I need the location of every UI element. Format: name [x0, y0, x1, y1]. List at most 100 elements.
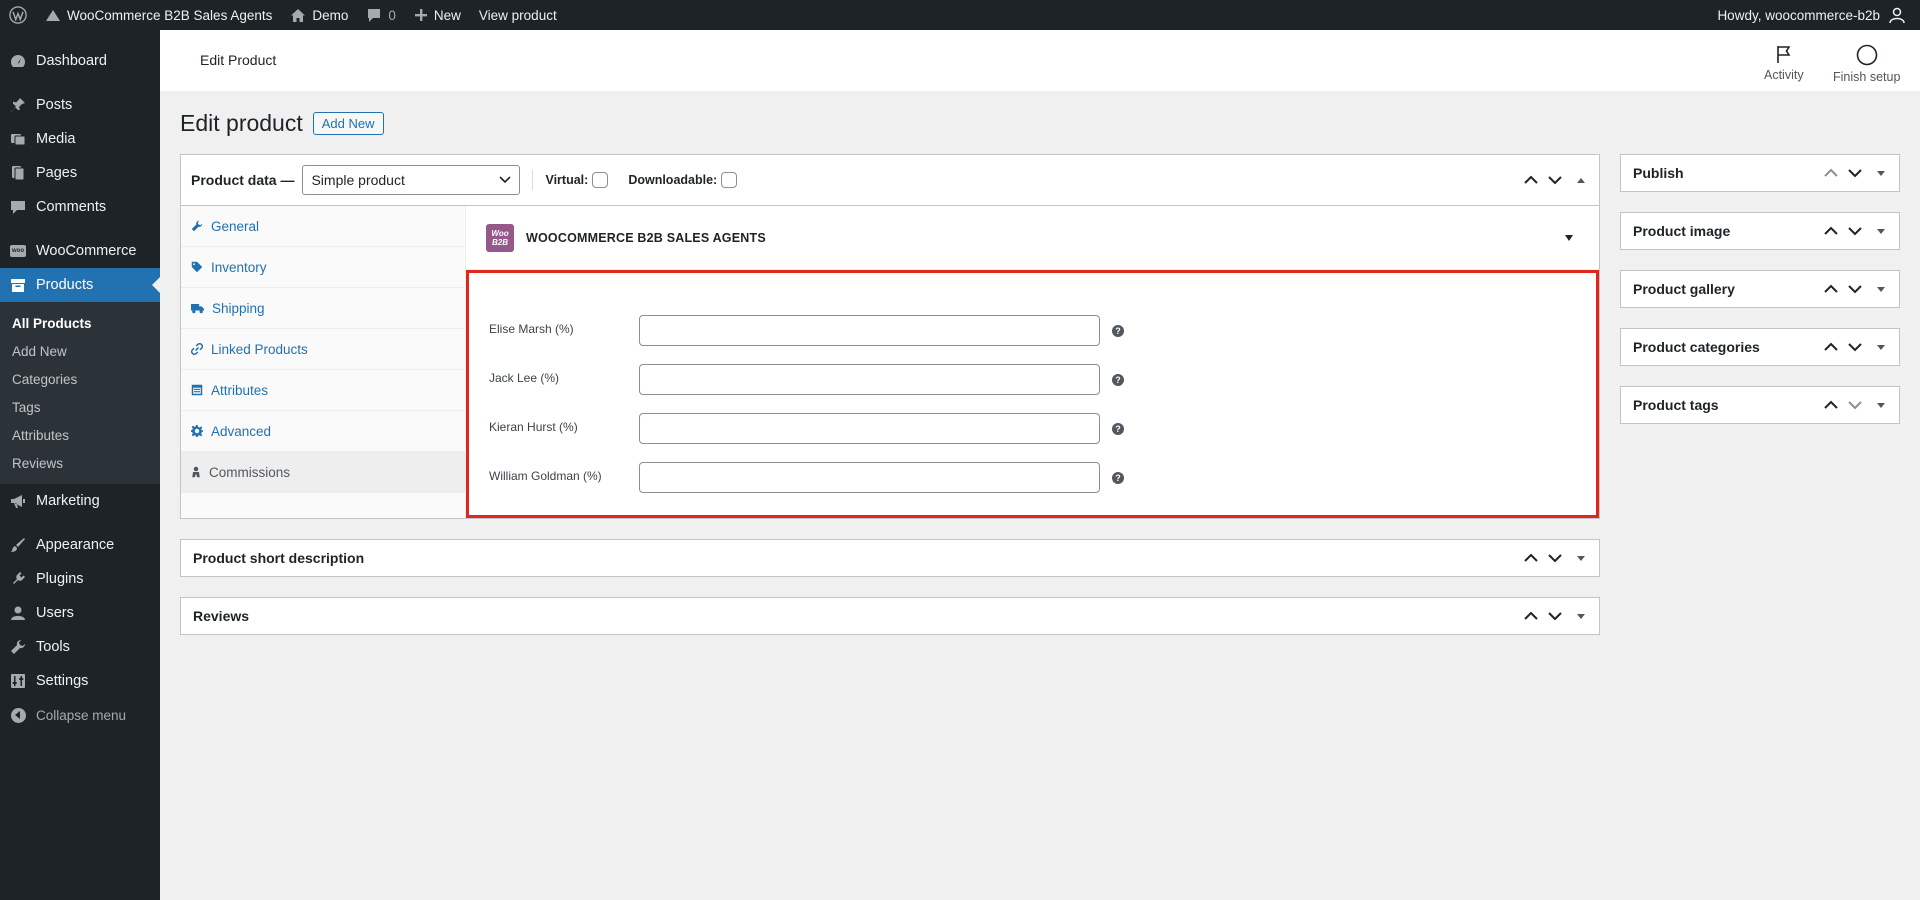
- menu-settings[interactable]: Settings: [0, 664, 160, 698]
- tab-label: Inventory: [211, 259, 267, 275]
- wordpress-logo-icon[interactable]: [0, 0, 36, 30]
- toggle-icon[interactable]: [1577, 555, 1585, 561]
- product-type-select[interactable]: Simple product: [302, 165, 521, 195]
- tab-commissions[interactable]: Commissions: [181, 452, 465, 493]
- move-up-icon[interactable]: [1823, 168, 1839, 178]
- menu-posts[interactable]: Posts: [0, 88, 160, 122]
- activity-button[interactable]: Activity: [1764, 44, 1804, 82]
- help-tip-icon[interactable]: ?: [1112, 422, 1124, 435]
- menu-label: Dashboard: [36, 53, 107, 69]
- submenu-add-new[interactable]: Add New: [0, 338, 160, 366]
- section-toggle-icon[interactable]: [1565, 234, 1573, 241]
- site-name-link[interactable]: WooCommerce B2B Sales Agents: [36, 0, 281, 30]
- menu-woocommerce[interactable]: woo WooCommerce: [0, 234, 160, 268]
- menu-dashboard[interactable]: Dashboard: [0, 44, 160, 78]
- menu-products[interactable]: Products: [0, 268, 160, 302]
- move-down-icon[interactable]: [1547, 611, 1563, 621]
- tab-general[interactable]: General: [181, 206, 465, 247]
- help-tip-icon[interactable]: ?: [1112, 324, 1124, 337]
- product-data-label: Product data —: [191, 172, 295, 188]
- user-icon: [10, 605, 26, 621]
- move-up-icon[interactable]: [1823, 400, 1839, 410]
- handle-actions: [1523, 553, 1599, 563]
- move-up-icon[interactable]: [1523, 611, 1539, 621]
- tab-attributes[interactable]: Attributes: [181, 370, 465, 411]
- toggle-icon[interactable]: [1877, 286, 1885, 292]
- commission-label: Jack Lee (%): [489, 370, 560, 385]
- short-description-header[interactable]: Product short description: [181, 540, 1599, 576]
- move-down-icon[interactable]: [1547, 553, 1563, 563]
- product-categories-header[interactable]: Product categories: [1621, 329, 1899, 365]
- move-up-icon[interactable]: [1823, 226, 1839, 236]
- collapse-toggle-icon[interactable]: [1577, 177, 1585, 183]
- menu-label: Plugins: [36, 571, 84, 587]
- new-content-link[interactable]: New: [405, 0, 470, 30]
- move-down-icon[interactable]: [1547, 175, 1563, 185]
- tab-inventory[interactable]: Inventory: [181, 247, 465, 288]
- move-down-icon[interactable]: [1847, 342, 1863, 352]
- help-tip-icon[interactable]: ?: [1112, 471, 1124, 484]
- product-tags-header[interactable]: Product tags: [1621, 387, 1899, 423]
- move-up-icon[interactable]: [1823, 284, 1839, 294]
- tab-shipping[interactable]: Shipping: [181, 288, 465, 329]
- commissions-panel: Woo B2B WOOCOMMERCE B2B SALES AGENTS Eli…: [466, 206, 1599, 518]
- tab-label: Linked Products: [211, 341, 308, 357]
- menu-tools[interactable]: Tools: [0, 630, 160, 664]
- commission-input-jack-lee[interactable]: [639, 364, 1100, 395]
- move-down-icon[interactable]: [1847, 284, 1863, 294]
- menu-plugins[interactable]: Plugins: [0, 562, 160, 596]
- downloadable-checkbox[interactable]: [721, 172, 738, 188]
- truck-icon: [191, 302, 204, 314]
- submenu-reviews[interactable]: Reviews: [0, 450, 160, 478]
- toggle-icon[interactable]: [1577, 613, 1585, 619]
- plugin-section-header[interactable]: Woo B2B WOOCOMMERCE B2B SALES AGENTS: [466, 206, 1599, 270]
- submenu-attributes[interactable]: Attributes: [0, 422, 160, 450]
- toggle-icon[interactable]: [1877, 402, 1885, 408]
- comments-count: 0: [388, 7, 396, 23]
- view-product-link[interactable]: View product: [470, 0, 566, 30]
- toggle-icon[interactable]: [1877, 228, 1885, 234]
- move-up-icon[interactable]: [1523, 175, 1539, 185]
- move-down-icon[interactable]: [1847, 226, 1863, 236]
- move-down-icon[interactable]: [1847, 400, 1863, 410]
- virtual-checkbox[interactable]: [592, 172, 609, 188]
- collapse-menu-button[interactable]: Collapse menu: [0, 698, 160, 732]
- finish-setup-button[interactable]: Finish setup: [1833, 44, 1900, 84]
- demo-link[interactable]: Demo: [281, 0, 357, 30]
- product-gallery-header[interactable]: Product gallery: [1621, 271, 1899, 307]
- downloadable-label: Downloadable:: [628, 173, 718, 187]
- help-tip-icon[interactable]: ?: [1112, 373, 1124, 386]
- menu-appearance[interactable]: Appearance: [0, 528, 160, 562]
- tab-advanced[interactable]: Advanced: [181, 411, 465, 452]
- submenu-all-products[interactable]: All Products: [0, 310, 160, 338]
- commission-input-kieran-hurst[interactable]: [639, 413, 1100, 444]
- commission-input-elise-marsh[interactable]: [639, 315, 1100, 346]
- menu-media[interactable]: Media: [0, 122, 160, 156]
- move-down-icon[interactable]: [1847, 168, 1863, 178]
- handle-actions: [1823, 342, 1899, 352]
- move-up-icon[interactable]: [1523, 553, 1539, 563]
- product-image-header[interactable]: Product image: [1621, 213, 1899, 249]
- submenu-categories[interactable]: Categories: [0, 366, 160, 394]
- menu-comments[interactable]: Comments: [0, 190, 160, 224]
- menu-label: Products: [36, 277, 94, 293]
- submenu-tags[interactable]: Tags: [0, 394, 160, 422]
- tab-linked-products[interactable]: Linked Products: [181, 329, 465, 370]
- my-account[interactable]: Howdy, woocommerce-b2b: [1717, 6, 1920, 24]
- tab-label: Advanced: [211, 423, 272, 439]
- toggle-icon[interactable]: [1877, 344, 1885, 350]
- menu-users[interactable]: Users: [0, 596, 160, 630]
- menu-marketing[interactable]: Marketing: [0, 484, 160, 518]
- product-data-tabs: General Inventory Shipping Linked Produc…: [181, 206, 466, 518]
- publish-header[interactable]: Publish: [1621, 155, 1899, 191]
- box-title: Product tags: [1633, 397, 1719, 413]
- move-up-icon[interactable]: [1823, 342, 1839, 352]
- reviews-header[interactable]: Reviews: [181, 598, 1599, 634]
- comments-link[interactable]: 0: [357, 0, 405, 30]
- add-new-button[interactable]: Add New: [312, 112, 384, 135]
- toggle-icon[interactable]: [1877, 170, 1885, 176]
- gear-icon: [191, 425, 203, 437]
- commission-input-william-goldman[interactable]: [639, 462, 1100, 493]
- menu-label: Settings: [36, 673, 89, 689]
- menu-pages[interactable]: Pages: [0, 156, 160, 190]
